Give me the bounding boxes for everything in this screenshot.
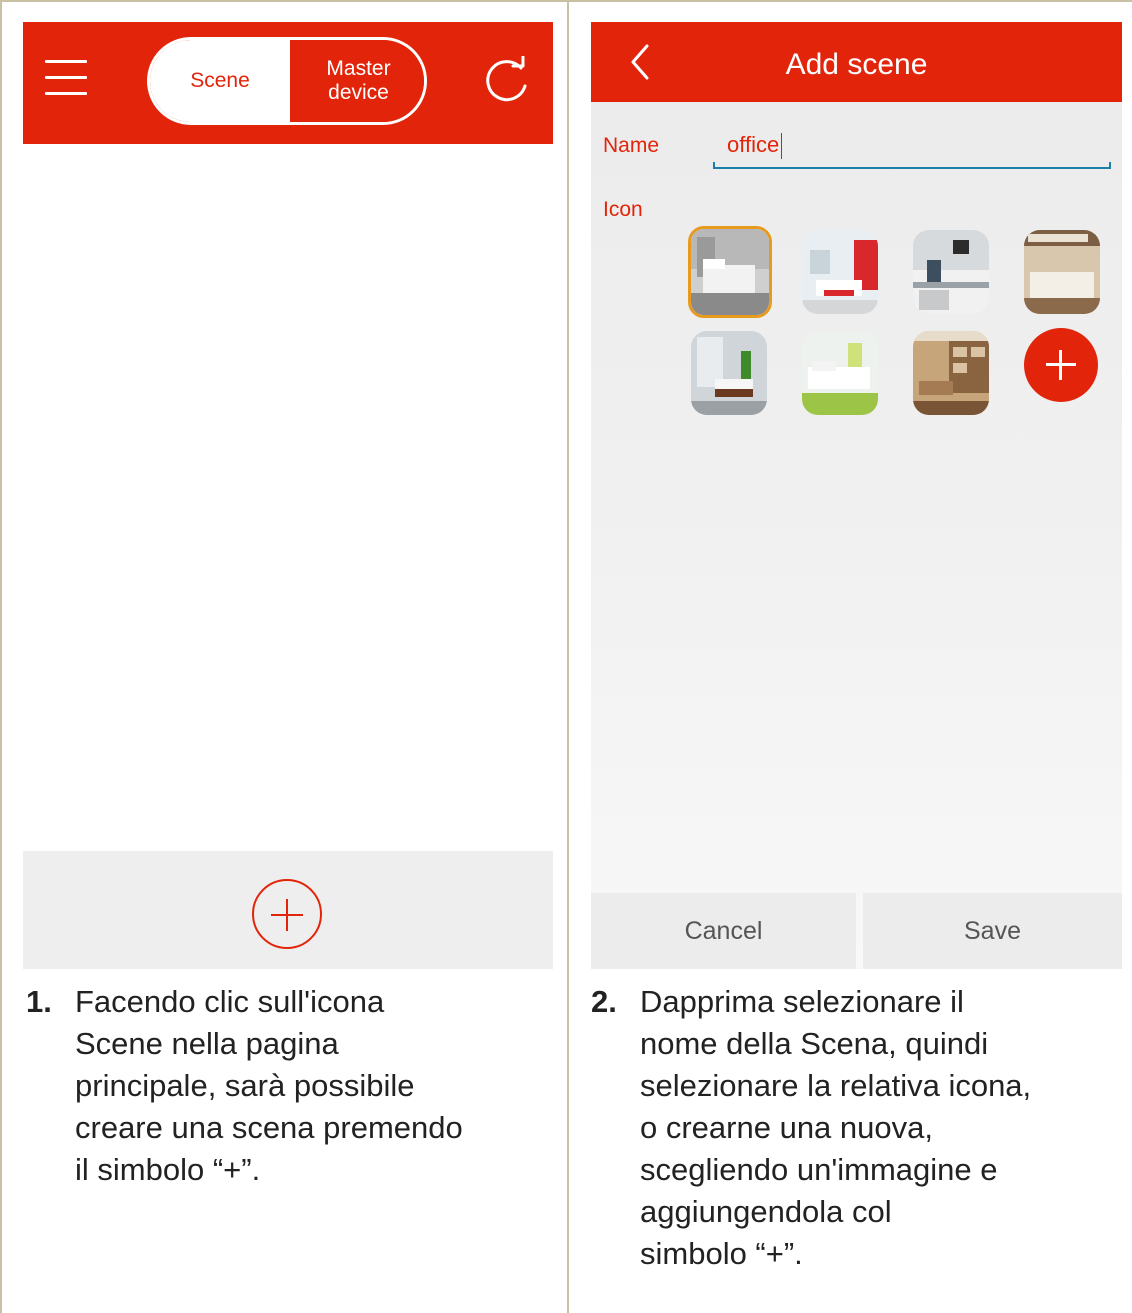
tab-master-device[interactable]: Master device: [290, 40, 424, 122]
menu-icon[interactable]: [45, 60, 87, 96]
step-text: Dapprima selezionare il nome della Scena…: [640, 981, 1031, 1275]
step-text: Facendo clic sull'icona Scene nella pagi…: [75, 981, 463, 1191]
add-scene-button[interactable]: [252, 879, 322, 949]
name-input-value: office: [727, 132, 780, 157]
top-bar: Add scene: [591, 22, 1122, 102]
step-number: 1.: [26, 984, 52, 1019]
caption-line: selezionare la relativa icona,: [640, 1068, 1032, 1103]
kitchen-icon[interactable]: [913, 230, 989, 314]
top-bar: Scene Master device: [23, 22, 553, 144]
table-border-top: [0, 0, 1132, 2]
save-button[interactable]: Save: [863, 893, 1122, 969]
caption-line: aggiungendola col: [640, 1194, 892, 1229]
text-caret: [781, 133, 783, 160]
bedroom-2-icon[interactable]: [1024, 230, 1100, 314]
bathroom-icon[interactable]: [691, 331, 767, 415]
caption-step-2: 2. Dapprima selezionare il nome della Sc…: [591, 981, 1126, 1301]
living-room-icon[interactable]: [802, 230, 878, 314]
scene-list-screen: Scene Master device: [23, 22, 553, 969]
caption-line: creare una scena premendo: [75, 1110, 463, 1145]
caption-line: o crearne una nuova,: [640, 1110, 933, 1145]
tab-master-line2: device: [328, 81, 389, 104]
caption-line: simbolo “+”.: [640, 1236, 803, 1271]
name-input-underline: [713, 162, 1111, 169]
step-number: 2.: [591, 984, 617, 1019]
caption-line: Scene nella pagina: [75, 1026, 339, 1061]
tab-master-line1: Master: [326, 57, 391, 80]
add-scene-screen: Add scene Name office Icon Cancel Save: [591, 22, 1122, 969]
bottom-bar: [23, 851, 553, 969]
name-label: Name: [603, 134, 660, 157]
tab-scene[interactable]: Scene: [150, 40, 290, 122]
caption-line: principale, sarà possibile: [75, 1068, 415, 1103]
page-title: Add scene: [785, 48, 928, 81]
caption-line: scegliendo un'immagine e: [640, 1152, 998, 1187]
icon-label: Icon: [603, 198, 643, 221]
caption-line: Facendo clic sull'icona: [75, 984, 385, 1019]
lounge-icon[interactable]: [802, 331, 878, 415]
caption-line: il simbolo “+”.: [75, 1152, 261, 1187]
study-icon[interactable]: [913, 331, 989, 415]
add-icon-button[interactable]: [1024, 328, 1098, 402]
caption-step-1: 1. Facendo clic sull'icona Scene nella p…: [26, 981, 561, 1201]
refresh-icon[interactable]: [483, 56, 531, 104]
mode-toggle: Scene Master device: [147, 37, 427, 125]
cancel-button[interactable]: Cancel: [591, 893, 856, 969]
table-border-middle: [567, 0, 569, 1313]
caption-line: Dapprima selezionare il: [640, 984, 964, 1019]
bedroom-icon[interactable]: [688, 226, 772, 318]
caption-line: nome della Scena, quindi: [640, 1026, 989, 1061]
name-input[interactable]: office: [727, 132, 783, 160]
table-border-left: [0, 0, 2, 1313]
